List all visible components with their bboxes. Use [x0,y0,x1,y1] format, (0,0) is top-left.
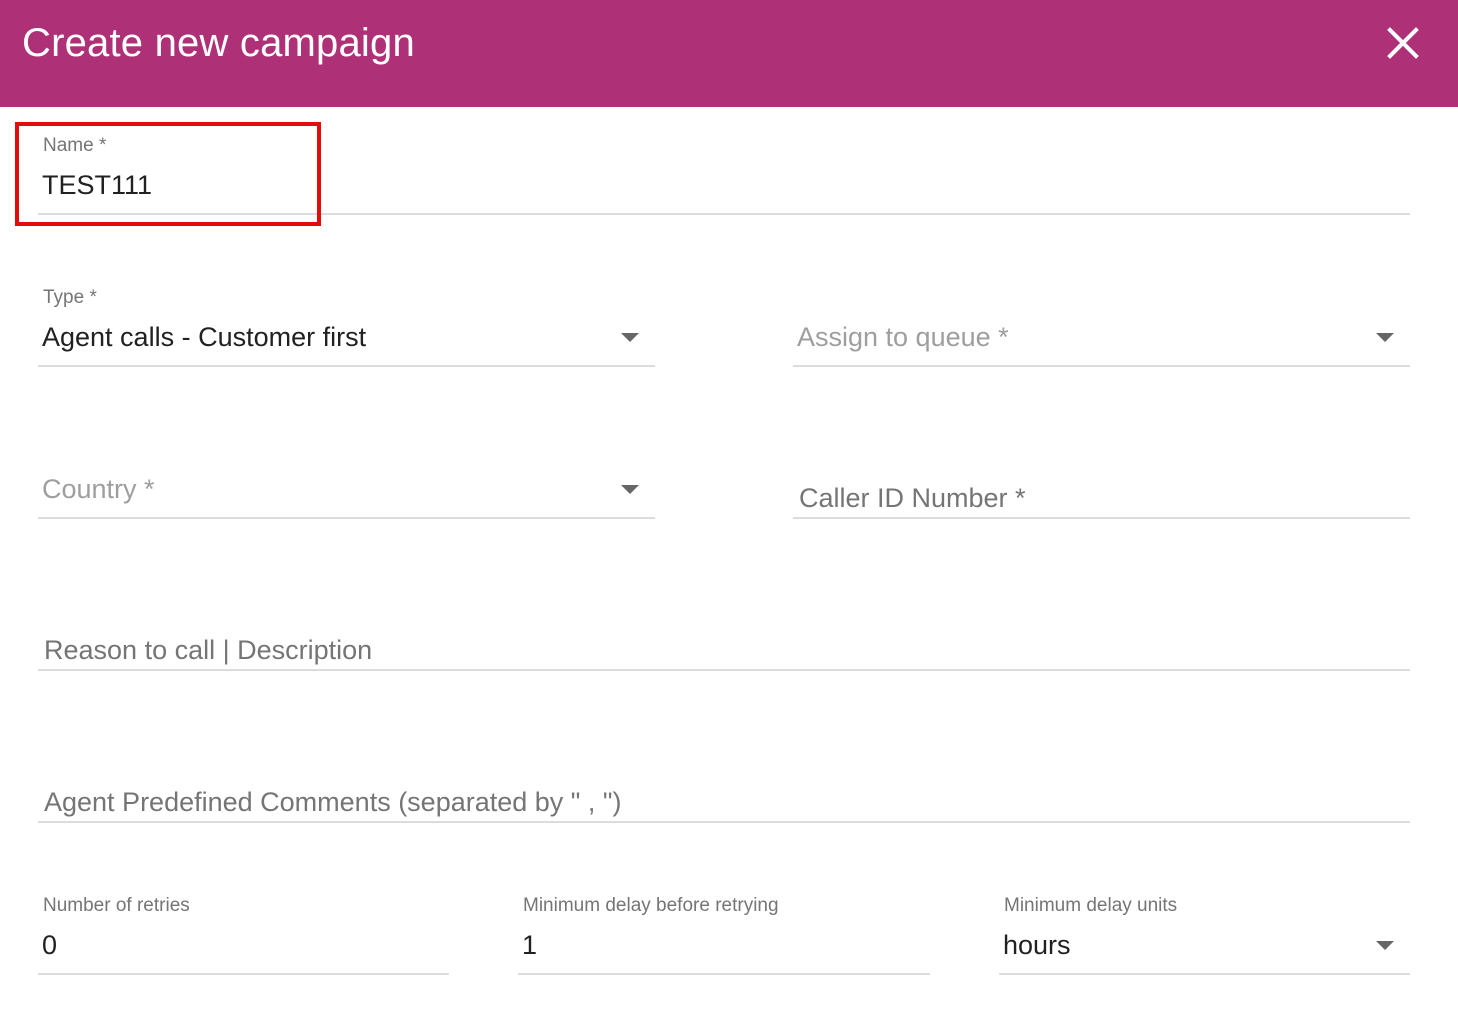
agent-comments-placeholder[interactable]: Agent Predefined Comments (separated by … [44,786,621,818]
delay-units-select[interactable]: Minimum delay units hours [999,890,1410,975]
caller-id-underline [793,517,1410,519]
min-delay-input[interactable]: 1 [522,929,537,961]
name-field[interactable]: Name * TEST111 [38,130,1410,215]
retries-field[interactable]: Number of retries 0 [38,890,449,975]
assign-queue-placeholder: Assign to queue * [797,322,1009,352]
caret-down-icon[interactable] [1376,941,1394,950]
min-delay-field[interactable]: Minimum delay before retrying 1 [518,890,930,975]
retries-underline [38,973,449,975]
caret-down-icon[interactable] [621,333,639,342]
create-campaign-dialog: Create new campaign Name * TEST111 Type … [0,0,1458,1034]
agent-comments-underline [38,821,1410,823]
caller-id-field[interactable]: Caller ID Number * [793,434,1410,519]
delay-units-value: hours [1003,930,1071,960]
reason-field[interactable]: Reason to call | Description [38,586,1410,671]
caret-down-icon[interactable] [1376,333,1394,342]
caret-down-icon[interactable] [621,485,639,494]
country-placeholder: Country * [42,474,155,504]
name-underline [38,213,1410,215]
type-label: Type * [43,287,97,308]
reason-placeholder[interactable]: Reason to call | Description [44,634,372,666]
country-select[interactable]: Country * [38,434,655,519]
name-label: Name * [43,135,107,156]
assign-queue-underline [793,365,1410,367]
type-select[interactable]: Type * Agent calls - Customer first [38,282,655,367]
dialog-title: Create new campaign [22,21,415,65]
type-underline [38,365,655,367]
retries-label: Number of retries [43,895,190,916]
reason-underline [38,669,1410,671]
retries-input[interactable]: 0 [42,929,57,961]
agent-comments-field[interactable]: Agent Predefined Comments (separated by … [38,738,1410,823]
delay-units-label: Minimum delay units [1004,895,1178,916]
country-underline [38,517,655,519]
assign-queue-select[interactable]: Assign to queue * [793,282,1410,367]
type-value: Agent calls - Customer first [42,322,367,352]
caller-id-placeholder[interactable]: Caller ID Number * [799,482,1026,514]
close-icon [1387,27,1419,59]
close-button[interactable] [1378,18,1428,68]
min-delay-label: Minimum delay before retrying [523,895,779,916]
delay-units-underline [999,973,1410,975]
min-delay-underline [518,973,930,975]
dialog-header: Create new campaign [0,0,1458,107]
name-input[interactable]: TEST111 [42,169,152,201]
